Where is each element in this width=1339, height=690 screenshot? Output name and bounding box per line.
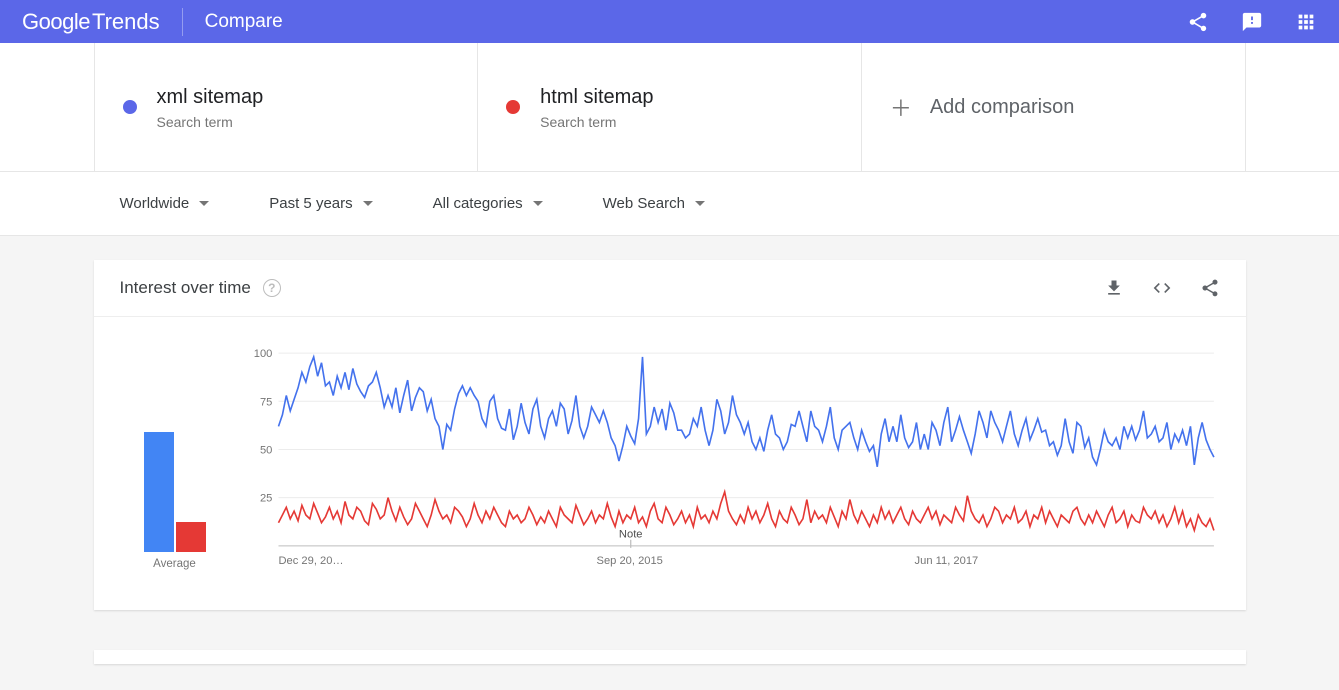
svg-text:Sep 20, 2015: Sep 20, 2015 <box>596 555 662 567</box>
svg-text:Note: Note <box>618 529 642 541</box>
terms-row: xml sitemap Search term html sitemap Sea… <box>0 43 1339 172</box>
add-label: Add comparison <box>930 94 1075 120</box>
filter-category[interactable]: All categories <box>433 195 543 212</box>
svg-text:Jun 11, 2017: Jun 11, 2017 <box>914 555 978 567</box>
term-1-label: xml sitemap <box>157 84 264 110</box>
term-text-2: html sitemap Search term <box>540 84 653 130</box>
add-comparison[interactable]: ＋ Add comparison <box>861 43 1246 171</box>
logo[interactable]: Google Trends <box>22 9 160 35</box>
card-title-text: Interest over time <box>120 278 251 298</box>
filter-region[interactable]: Worldwide <box>120 195 210 212</box>
download-icon[interactable] <box>1104 278 1124 298</box>
topbar-left: Google Trends Compare <box>22 8 283 36</box>
average-column: Average <box>120 347 230 570</box>
content: Interest over time ? <box>0 236 1339 650</box>
chevron-down-icon <box>363 201 373 206</box>
svg-text:25: 25 <box>259 493 271 505</box>
avg-bar-xml <box>144 432 174 553</box>
apps-icon[interactable] <box>1295 11 1317 33</box>
chart-column: 25 50 75 100 Note Dec 29, 20… Sep 20, 2015 Jun … <box>246 347 1220 570</box>
top-bar: Google Trends Compare <box>0 0 1339 43</box>
card-header: Interest over time ? <box>94 260 1246 317</box>
term-cell-1[interactable]: xml sitemap Search term <box>94 43 478 171</box>
next-card-peek <box>94 650 1246 664</box>
svg-text:Dec 29, 20…: Dec 29, 20… <box>278 555 343 567</box>
term-text-1: xml sitemap Search term <box>157 84 264 130</box>
interest-card: Interest over time ? <box>94 260 1246 610</box>
term-cell-2[interactable]: html sitemap Search term <box>477 43 861 171</box>
chevron-down-icon <box>199 201 209 206</box>
embed-icon[interactable] <box>1152 278 1172 298</box>
term-dot-1 <box>123 100 137 114</box>
filter-time-label: Past 5 years <box>269 195 352 212</box>
terms-inner: xml sitemap Search term html sitemap Sea… <box>94 43 1246 171</box>
card-body: Average 25 50 75 100 Note Dec 29, 20… Sep 20, … <box>94 317 1246 610</box>
filter-time[interactable]: Past 5 years <box>269 195 372 212</box>
share-icon[interactable] <box>1200 278 1220 298</box>
chevron-down-icon <box>695 201 705 206</box>
svg-text:50: 50 <box>259 445 271 457</box>
term-2-sub: Search term <box>540 114 653 130</box>
term-1-sub: Search term <box>157 114 264 130</box>
filter-type-label: Web Search <box>603 195 685 212</box>
vertical-separator <box>182 8 183 36</box>
share-icon[interactable] <box>1187 11 1209 33</box>
average-label: Average <box>153 558 196 570</box>
feedback-icon[interactable] <box>1241 11 1263 33</box>
filter-region-label: Worldwide <box>120 195 190 212</box>
card-title: Interest over time ? <box>120 278 281 298</box>
page-title: Compare <box>205 11 283 33</box>
filter-category-label: All categories <box>433 195 523 212</box>
logo-google: Google <box>22 9 90 35</box>
topbar-right <box>1187 11 1317 33</box>
add-text: Add comparison <box>930 94 1075 120</box>
filters-row: Worldwide Past 5 years All categories We… <box>0 172 1339 236</box>
logo-trends: Trends <box>92 9 160 35</box>
filters-inner: Worldwide Past 5 years All categories We… <box>94 172 1246 235</box>
chevron-down-icon <box>533 201 543 206</box>
term-dot-2 <box>506 100 520 114</box>
card-actions <box>1104 278 1220 298</box>
svg-text:75: 75 <box>259 396 271 408</box>
term-2-label: html sitemap <box>540 84 653 110</box>
chart-svg: 25 50 75 100 Note Dec 29, 20… Sep 20, 2015 Jun … <box>246 347 1220 570</box>
help-icon[interactable]: ? <box>263 279 281 297</box>
average-bars <box>144 372 206 552</box>
plus-icon: ＋ <box>890 91 910 123</box>
filter-type[interactable]: Web Search <box>603 195 705 212</box>
avg-bar-html <box>176 522 206 553</box>
svg-text:100: 100 <box>253 348 272 360</box>
